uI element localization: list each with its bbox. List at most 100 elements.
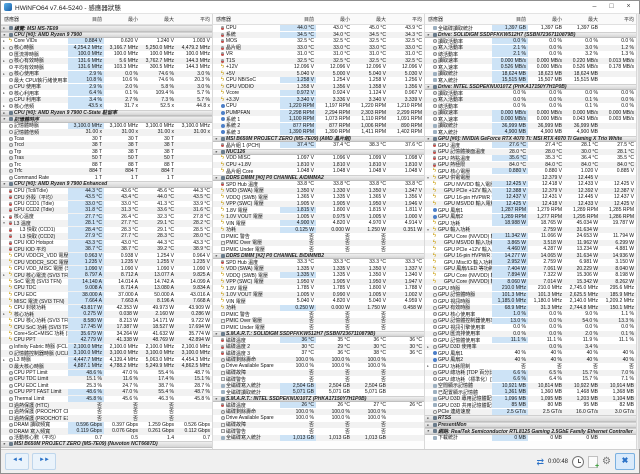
sensor-row[interactable]: ϟ+12V12.096 V12.096 V12.096 V12.096 V <box>213 64 424 71</box>
collapse-icon[interactable]: ▾ <box>425 33 431 37</box>
avg-value: 0.0 % <box>600 97 636 103</box>
expand-icon[interactable]: ▸ <box>1 46 7 50</box>
column-header-cell[interactable]: 平均 <box>176 16 212 23</box>
collapse-icon[interactable]: ▾ <box>425 137 431 141</box>
collapse-icon[interactable]: ▾ <box>425 429 431 433</box>
expand-icon[interactable]: ▸ <box>1 215 7 219</box>
sensor-row[interactable]: 記憶體倍頻31.00 x31.00 x31.00 x31.00 x <box>1 129 212 136</box>
sensor-group-header[interactable]: ▾CPU [#0]: AMD Ryzen 9 7900 <box>1 32 212 39</box>
column-header-cell[interactable]: 最大 <box>352 16 388 23</box>
expand-icon[interactable]: ▸ <box>1 312 7 316</box>
column-header-cell[interactable]: 感應器 <box>213 16 280 23</box>
clock-icon <box>9 364 13 368</box>
column-header-cell[interactable]: 最小 <box>104 16 140 23</box>
collapse-icon[interactable]: ▾ <box>1 221 7 225</box>
sensor-group-header[interactable]: ▸總覽: MSI MS-7E09 <box>1 25 212 32</box>
sensor-row[interactable]: CPU 外殼（平均）43.5 °C43.4 °C44.0 °C43.5 °C <box>1 194 212 201</box>
column-header-cell[interactable]: 感應器 <box>1 16 68 23</box>
expand-icon[interactable]: ▸ <box>425 423 431 427</box>
collapse-icon[interactable]: ▾ <box>425 228 431 232</box>
sensor-row[interactable]: T1S32.5 °C32.5 °C32.5 °C32.5 °C <box>213 58 424 65</box>
sensor-row[interactable]: ϟCPU NB/SoC1.258 V1.254 V1.258 V1.256 V <box>213 77 424 84</box>
maximize-button[interactable]: □ <box>603 1 620 13</box>
sensor-row[interactable]: ϟ+3.3V3.340 V3.336 V3.340 V3.339 V <box>213 97 424 104</box>
column-header-cell[interactable]: 平均 <box>388 16 424 23</box>
close-window-button[interactable]: × <box>620 1 637 13</box>
expand-icon[interactable]: ▸ <box>1 59 7 63</box>
minimize-button[interactable]: – <box>586 1 603 13</box>
collapse-icon[interactable]: ▾ <box>213 137 219 141</box>
sensor-row[interactable]: ϟSoC 電流 (SVI3 TFN)14.140 A14.014 A14.742… <box>1 279 212 286</box>
power-icon: ϟ <box>432 260 437 264</box>
expand-icon[interactable]: ▸ <box>425 416 431 420</box>
sensor-row[interactable]: 系統34.5 °C34.0 °C34.5 °C34.3 °C <box>213 32 424 39</box>
sensor-row[interactable]: PCIe 連結速度2.5 GT/s2.5 GT/s16.0 GT/s3.0 GT… <box>425 409 636 416</box>
sensor-row[interactable]: CPU EDC Limit25.3 %24.7 %38.7 %28.7 % <box>1 383 212 390</box>
expand-icon[interactable]: ▸ <box>1 273 7 277</box>
collapse-icon[interactable]: ▾ <box>213 254 219 258</box>
logging-icon[interactable]: ⇄ <box>536 457 544 467</box>
sensor-row[interactable]: 全磁碟寫入統計1,013 GB1,013 GB1,013 GB <box>213 435 424 442</box>
sensor-row[interactable]: 晶片組33.0 °C33.0 °C33.0 °C33.0 °C <box>213 45 424 52</box>
column-header-cell[interactable]: 最小 <box>528 16 564 23</box>
sensor-row[interactable]: CPU CCD1 (Tdie)33.0 °C33.0 °C41.3 °C33.9… <box>1 201 212 208</box>
expand-icon[interactable]: ▸ <box>1 358 7 362</box>
collapse-icon[interactable]: ▾ <box>213 332 219 336</box>
sensor-row[interactable]: 下載統計0 MB0 MB0 MB <box>425 435 636 442</box>
sensor-row[interactable]: 晶片組 1 (PCH)37.4 °C37.4 °C38.3 °C37.6 °C <box>213 142 424 149</box>
sensor-row[interactable]: 活動核心數（平均）0.70.51.40.7 <box>1 435 212 442</box>
reset-clock-icon[interactable] <box>572 456 584 468</box>
collapse-icon[interactable]: ▾ <box>1 182 7 186</box>
expand-icon[interactable]: ▸ <box>1 26 7 30</box>
sensor-row[interactable]: CPU PPT FAST Limit48.6 %47.0 %55.4 %48.7… <box>1 389 212 396</box>
sensor-group-header[interactable]: ▾NUC126 <box>213 149 424 156</box>
report-icon[interactable] <box>588 456 598 468</box>
sensor-row[interactable]: VR31.0 °C31.0 °C31.0 °C31.0 °C <box>213 51 424 58</box>
expand-icon[interactable]: ▸ <box>1 91 7 95</box>
sensor-row[interactable]: ϟ晶片組 Core1.048 V1.048 V1.048 V1.048 V <box>213 168 424 175</box>
sensor-row[interactable]: ϟVDD MISC1.097 V1.096 V1.099 V1.098 V <box>213 155 424 162</box>
expand-icon[interactable]: ▸ <box>425 345 431 349</box>
sensor-row[interactable]: CPU PPT Limit48.6 %47.0 %55.4 %48.7 % <box>1 370 212 377</box>
close-sensors-button[interactable]: ✖ <box>615 453 635 470</box>
collapse-icon[interactable]: ▾ <box>213 397 219 401</box>
collapse-icon[interactable]: ▾ <box>425 176 431 180</box>
sensor-group-header[interactable]: ▸RTSS <box>425 415 636 422</box>
column-header-cell[interactable]: 最小 <box>316 16 352 23</box>
sensor-row[interactable]: ϟCPU TDC9.008 A8.714 A13.080 A9.834 A <box>1 285 212 292</box>
avg-value: 1.811 V <box>388 207 424 213</box>
sensor-row[interactable]: ϟVcore0.972 V0.924 V1.124 V0.967 V <box>213 90 424 97</box>
column-header-cell[interactable]: 目前 <box>68 16 104 23</box>
collapse-icon[interactable]: ▾ <box>213 176 219 180</box>
column-header-cell[interactable]: 最大 <box>564 16 600 23</box>
sensor-row[interactable]: ϟCPU VDDIO1.358 V1.356 V1.358 V1.356 V <box>213 84 424 91</box>
move-left-button[interactable]: ◄◄ <box>5 453 29 470</box>
power-icon: ϟ <box>432 273 437 277</box>
move-right-button[interactable]: ►► <box>32 453 56 470</box>
column-header-cell[interactable]: 最大 <box>140 16 176 23</box>
gear-icon[interactable]: ⚙ <box>602 456 611 468</box>
collapse-icon[interactable]: ▾ <box>1 117 7 121</box>
collapse-icon[interactable]: ▾ <box>213 150 219 154</box>
scrollbar[interactable] <box>637 14 639 449</box>
column-header-cell[interactable]: 平均 <box>600 16 636 23</box>
sensor-row[interactable]: 最大核心時脈4,887.1 MHz4,788.2 MHz5,249.9 MHz4… <box>1 363 212 370</box>
column-header-cell[interactable]: 感應器 <box>425 16 492 23</box>
column-header-cell[interactable]: 目前 <box>280 16 316 23</box>
expand-icon[interactable]: ▸ <box>1 39 7 43</box>
sensor-group-header[interactable]: ▾CPU [#0]: AMD Ryzen 9 7900 Enhanced <box>1 181 212 188</box>
collapse-icon[interactable]: ▾ <box>1 442 7 446</box>
expand-icon[interactable]: ▸ <box>1 111 7 115</box>
expand-icon[interactable]: ▸ <box>1 72 7 76</box>
sensor-row[interactable]: CPU1,220 RPM1,197 RPM1,220 RPM1,210 RPM <box>213 103 424 110</box>
sensor-row[interactable]: ϟCore+SoC+MISC 功耗 (SVI3 TFN)35.679 W34.2… <box>1 331 212 338</box>
sensor-row[interactable]: ϟ+5V5.040 V5.000 V5.040 V5.030 V <box>213 71 424 78</box>
expand-icon[interactable]: ▸ <box>425 364 431 368</box>
column-header-cell[interactable]: 目前 <box>492 16 528 23</box>
sensor-row[interactable]: L3 快取 (CCD2)27.9 °C27.7 °C28.3 °C28.0 °C <box>1 233 212 240</box>
collapse-icon[interactable]: ▾ <box>1 33 7 37</box>
expand-icon[interactable]: ▸ <box>1 104 7 108</box>
sensor-row[interactable]: CPU TDC Limit15.1 %11.6 %17.4 %15.1 % <box>1 376 212 383</box>
collapse-icon[interactable]: ▾ <box>425 85 431 89</box>
sensor-group-header[interactable]: ▾MSI B650M PROJECT ZERO (MS-7E09) (Nuvot… <box>1 441 212 448</box>
